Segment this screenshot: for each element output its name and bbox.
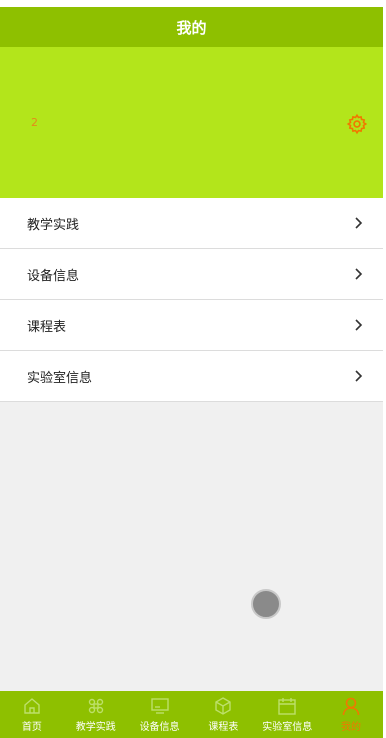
bottom-tab-bar: 首页 教学实践 设备信息 课程表 实验室信息 我的 — [0, 691, 383, 738]
menu-item-label: 教学实践 — [27, 217, 80, 233]
tab-equipment-info[interactable]: 设备信息 — [128, 691, 192, 738]
cube-icon — [215, 697, 232, 715]
menu-list: 教学实践 设备信息 课程表 实验室信息 — [0, 198, 383, 402]
menu-item-schedule[interactable]: 课程表 — [0, 300, 383, 351]
menu-item-lab-info[interactable]: 实验室信息 — [0, 351, 383, 402]
gear-icon[interactable] — [346, 113, 368, 135]
menu-item-label: 设备信息 — [27, 268, 80, 284]
tab-label: 首页 — [21, 722, 42, 733]
tab-lab-info[interactable]: 实验室信息 — [255, 691, 319, 738]
tab-label: 我的 — [341, 722, 362, 733]
tab-label: 教学实践 — [75, 722, 116, 733]
menu-item-equipment-info[interactable]: 设备信息 — [0, 249, 383, 300]
user-id: 2 — [31, 116, 38, 129]
profile-banner: 2 — [0, 47, 383, 198]
page-title: 我的 — [176, 18, 207, 37]
chevron-right-icon — [355, 319, 363, 331]
menu-item-label: 课程表 — [27, 319, 67, 335]
calendar-icon — [278, 698, 296, 715]
floating-action-button[interactable] — [251, 589, 281, 619]
app-screen: 我的 2 教学实践 设备信息 课程表 实验室信息 首页 教学实践 设备信息 课程… — [0, 0, 386, 738]
status-strip — [0, 0, 383, 7]
tab-label: 实验室信息 — [262, 722, 313, 733]
chevron-right-icon — [355, 217, 363, 229]
tab-schedule[interactable]: 课程表 — [191, 691, 255, 738]
menu-item-label: 实验室信息 — [27, 370, 93, 386]
user-icon — [342, 697, 360, 716]
command-icon — [88, 698, 103, 714]
tab-teaching-practice[interactable]: 教学实践 — [64, 691, 128, 738]
menu-item-teaching-practice[interactable]: 教学实践 — [0, 198, 383, 249]
page-header: 我的 — [0, 7, 383, 47]
chevron-right-icon — [355, 370, 363, 382]
home-icon — [24, 698, 40, 714]
tab-home[interactable]: 首页 — [0, 691, 64, 738]
tab-label: 课程表 — [208, 722, 239, 733]
tab-label: 设备信息 — [139, 722, 180, 733]
tab-mine[interactable]: 我的 — [319, 691, 383, 738]
monitor-icon — [150, 698, 169, 714]
chevron-right-icon — [355, 268, 363, 280]
